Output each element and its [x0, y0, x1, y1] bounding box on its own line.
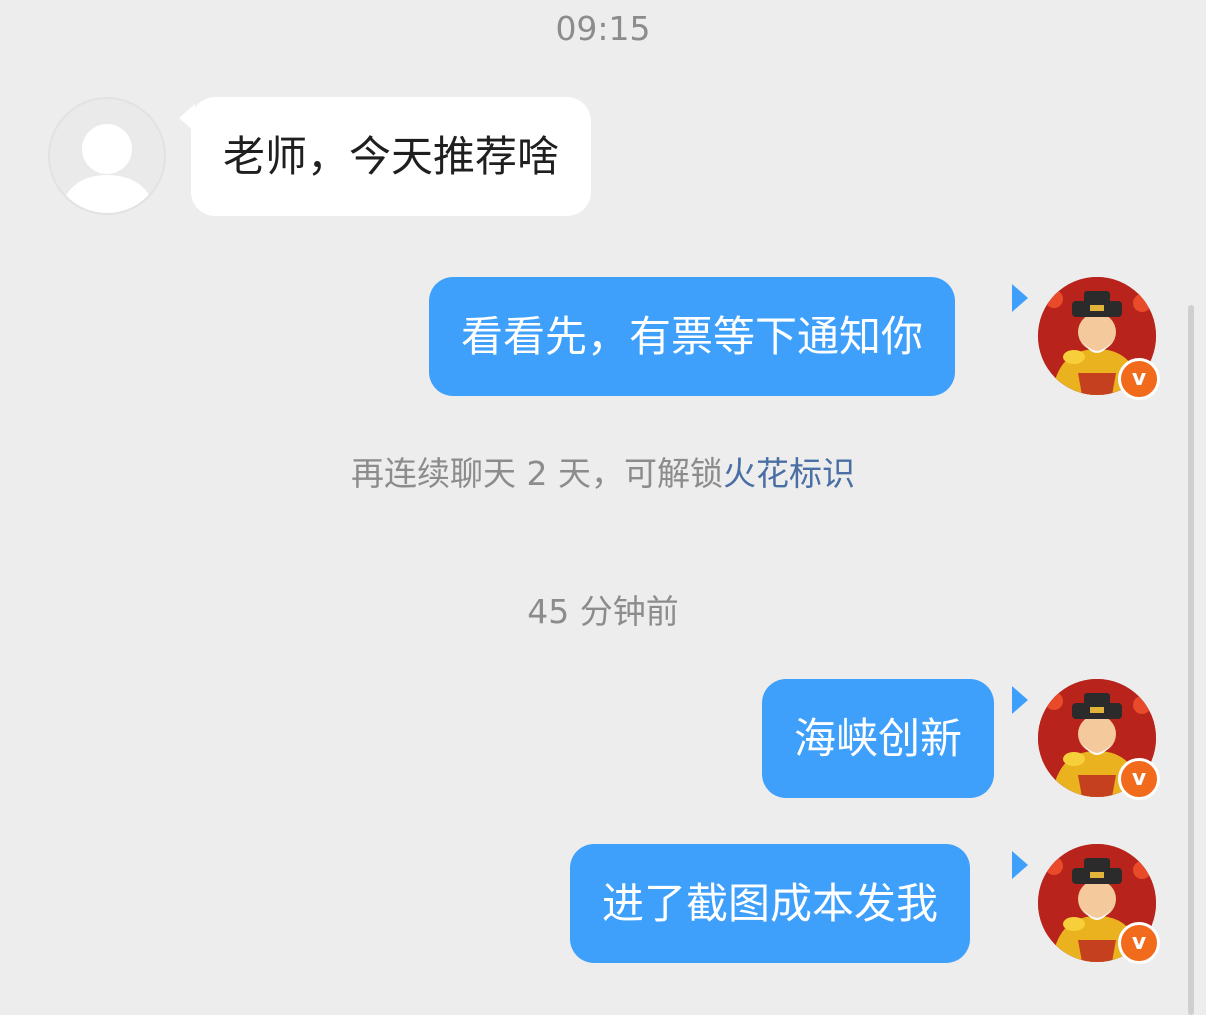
verified-badge-icon: v [1118, 922, 1160, 964]
bubble-tail [1012, 686, 1028, 714]
message-bubble-sent[interactable]: 进了截图成本发我 [570, 844, 971, 963]
message-bubble-sent[interactable]: 海峡创新 [762, 679, 995, 798]
bubble-tail [1012, 284, 1028, 312]
default-user-icon [59, 124, 157, 213]
contact-avatar[interactable] [48, 97, 166, 215]
timestamp: 45 分钟前 [527, 592, 679, 631]
message-bubble-sent[interactable]: 看看先，有票等下通知你 [429, 277, 956, 396]
timestamp: 09:15 [555, 9, 651, 48]
notice-text: 再连续聊天 2 天，可解锁 [351, 454, 723, 493]
bubble-tail [1012, 851, 1028, 879]
spark-badge-link[interactable]: 火花标识 [723, 454, 855, 493]
verified-badge-icon: v [1118, 758, 1160, 800]
streak-notice: 再连续聊天 2 天，可解锁火花标识 [0, 452, 1206, 496]
message-bubble-received[interactable]: 老师，今天推荐啥 [191, 97, 592, 216]
verified-badge-icon: v [1118, 358, 1160, 400]
scrollbar[interactable] [1188, 305, 1194, 1015]
